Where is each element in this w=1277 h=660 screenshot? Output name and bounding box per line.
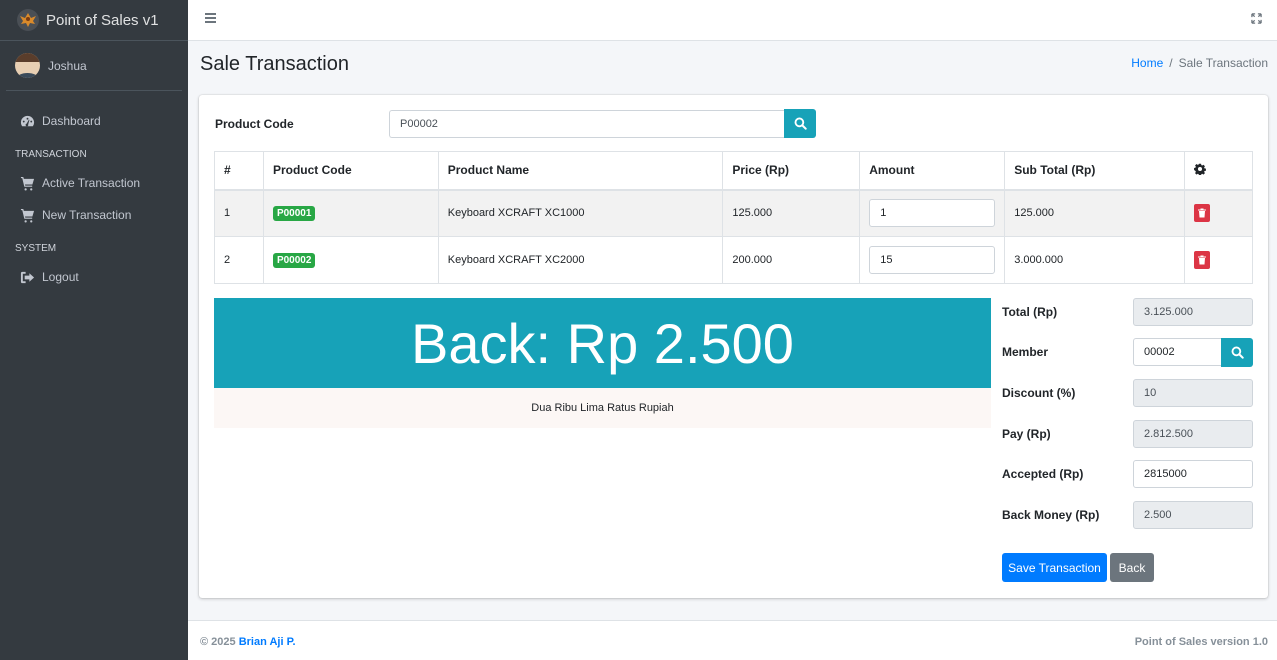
col-header-product-code: Product Code [262, 151, 439, 191]
col-header-price: Price (Rp) [722, 151, 861, 191]
member-search-button[interactable] [1221, 338, 1253, 367]
search-icon [794, 117, 807, 130]
product-name: Keyboard XCRAFT XC1000 [437, 189, 724, 237]
row-number: 1 [214, 189, 264, 237]
sidebar-item-label: Active Transaction [42, 176, 141, 190]
nav-header-transaction: TRANSACTION [15, 148, 87, 160]
discount-label: Discount (%) [1002, 386, 1076, 400]
sidebar: Point of Sales v1 Joshua Dashboard TRANS… [0, 0, 188, 660]
fullscreen-expand-icon[interactable] [1251, 13, 1262, 24]
row-number: 2 [214, 236, 264, 284]
cart-table: # Product Code Product Name Price (Rp) A… [214, 151, 1253, 284]
sidebar-item-logout[interactable]: Logout [0, 261, 188, 293]
table-row: 1 P00001 Keyboard XCRAFT XC1000 125.000 … [214, 189, 1253, 237]
back-money-label: Back Money (Rp) [1002, 508, 1100, 522]
back-money-field: 2.500 [1133, 501, 1253, 529]
footer-version: Point of Sales version 1.0 [1134, 636, 1268, 648]
product-code-badge: P00002 [272, 252, 316, 268]
cart-icon [20, 208, 35, 222]
footer-author-link[interactable]: Brian Aji P. [239, 636, 296, 648]
amount-input[interactable] [869, 199, 996, 228]
member-input[interactable]: 00002 [1133, 338, 1222, 366]
delete-item-button[interactable] [1194, 251, 1211, 269]
top-navbar [188, 0, 1277, 41]
cart-icon [20, 176, 35, 190]
sidebar-item-label: New Transaction [42, 208, 132, 222]
brand-logo [17, 9, 39, 31]
sidebar-item-active-transaction[interactable]: Active Transaction [0, 167, 188, 199]
page-title: Sale Transaction [200, 53, 349, 75]
sidebar-nav: Dashboard TRANSACTION Active Transaction… [0, 91, 188, 293]
discount-field: 10 [1133, 379, 1253, 407]
breadcrumb-home[interactable]: Home [1131, 56, 1163, 70]
nav-header-system: SYSTEM [15, 242, 57, 254]
amount-input[interactable] [869, 246, 996, 274]
product-subtotal: 3.000.000 [1004, 236, 1186, 284]
back-money-banner: Back: Rp 2.500 [214, 298, 991, 388]
transaction-card: Product Code # Product Code Product Name… [199, 95, 1268, 598]
product-code-input[interactable] [389, 110, 784, 138]
tachometer-icon [20, 115, 35, 126]
sidebar-item-dashboard[interactable]: Dashboard [0, 105, 188, 137]
pay-field: 2.812.500 [1133, 420, 1253, 448]
sidebar-item-label: Logout [42, 270, 79, 284]
member-label: Member [1002, 345, 1049, 359]
back-button[interactable]: Back [1110, 553, 1154, 582]
footer-copyright: © 2025 Brian Aji P. [200, 636, 296, 648]
col-header-product-name: Product Name [437, 151, 724, 191]
col-header-amount: Amount [859, 151, 1006, 191]
brand-text: Point of Sales v1 [46, 11, 159, 29]
amount-in-words: Dua Ribu Lima Ratus Rupiah [214, 388, 991, 428]
save-transaction-button[interactable]: Save Transaction [1002, 553, 1107, 582]
accepted-label: Accepted (Rp) [1002, 467, 1084, 481]
trash-icon [1198, 255, 1207, 265]
user-name: Joshua [48, 58, 87, 73]
product-subtotal: 125.000 [1004, 189, 1186, 237]
product-code-badge: P00001 [272, 205, 316, 221]
user-panel[interactable]: Joshua [6, 41, 182, 91]
sign-out-icon [20, 271, 35, 283]
breadcrumb-separator: / [1169, 56, 1173, 70]
accepted-input[interactable]: 2815000 [1133, 460, 1253, 488]
col-header-actions [1184, 151, 1253, 191]
total-field: 3.125.000 [1133, 298, 1253, 326]
delete-item-button[interactable] [1194, 204, 1211, 223]
product-price: 125.000 [722, 189, 861, 237]
trash-icon [1198, 208, 1207, 218]
col-header-number: # [214, 151, 264, 191]
product-price: 200.000 [722, 236, 861, 284]
product-search-button[interactable] [784, 109, 816, 138]
col-header-subtotal: Sub Total (Rp) [1004, 151, 1186, 191]
search-icon [1231, 346, 1244, 359]
sidebar-item-new-transaction[interactable]: New Transaction [0, 199, 188, 231]
product-name: Keyboard XCRAFT XC2000 [437, 236, 724, 284]
table-row: 2 P00002 Keyboard XCRAFT XC2000 200.000 … [214, 236, 1253, 284]
pay-label: Pay (Rp) [1002, 427, 1051, 441]
avatar [15, 53, 40, 78]
footer: © 2025 Brian Aji P. Point of Sales versi… [188, 620, 1277, 660]
total-label: Total (Rp) [1002, 305, 1058, 319]
brand-link[interactable]: Point of Sales v1 [0, 0, 188, 41]
gear-icon [1194, 163, 1206, 176]
hamburger-menu-icon[interactable] [205, 13, 216, 23]
breadcrumb: Home / Sale Transaction [1131, 56, 1268, 70]
table-header-row: # Product Code Product Name Price (Rp) A… [214, 151, 1253, 191]
product-code-label: Product Code [215, 117, 294, 131]
sidebar-item-label: Dashboard [42, 114, 101, 128]
breadcrumb-current: Sale Transaction [1178, 56, 1268, 70]
